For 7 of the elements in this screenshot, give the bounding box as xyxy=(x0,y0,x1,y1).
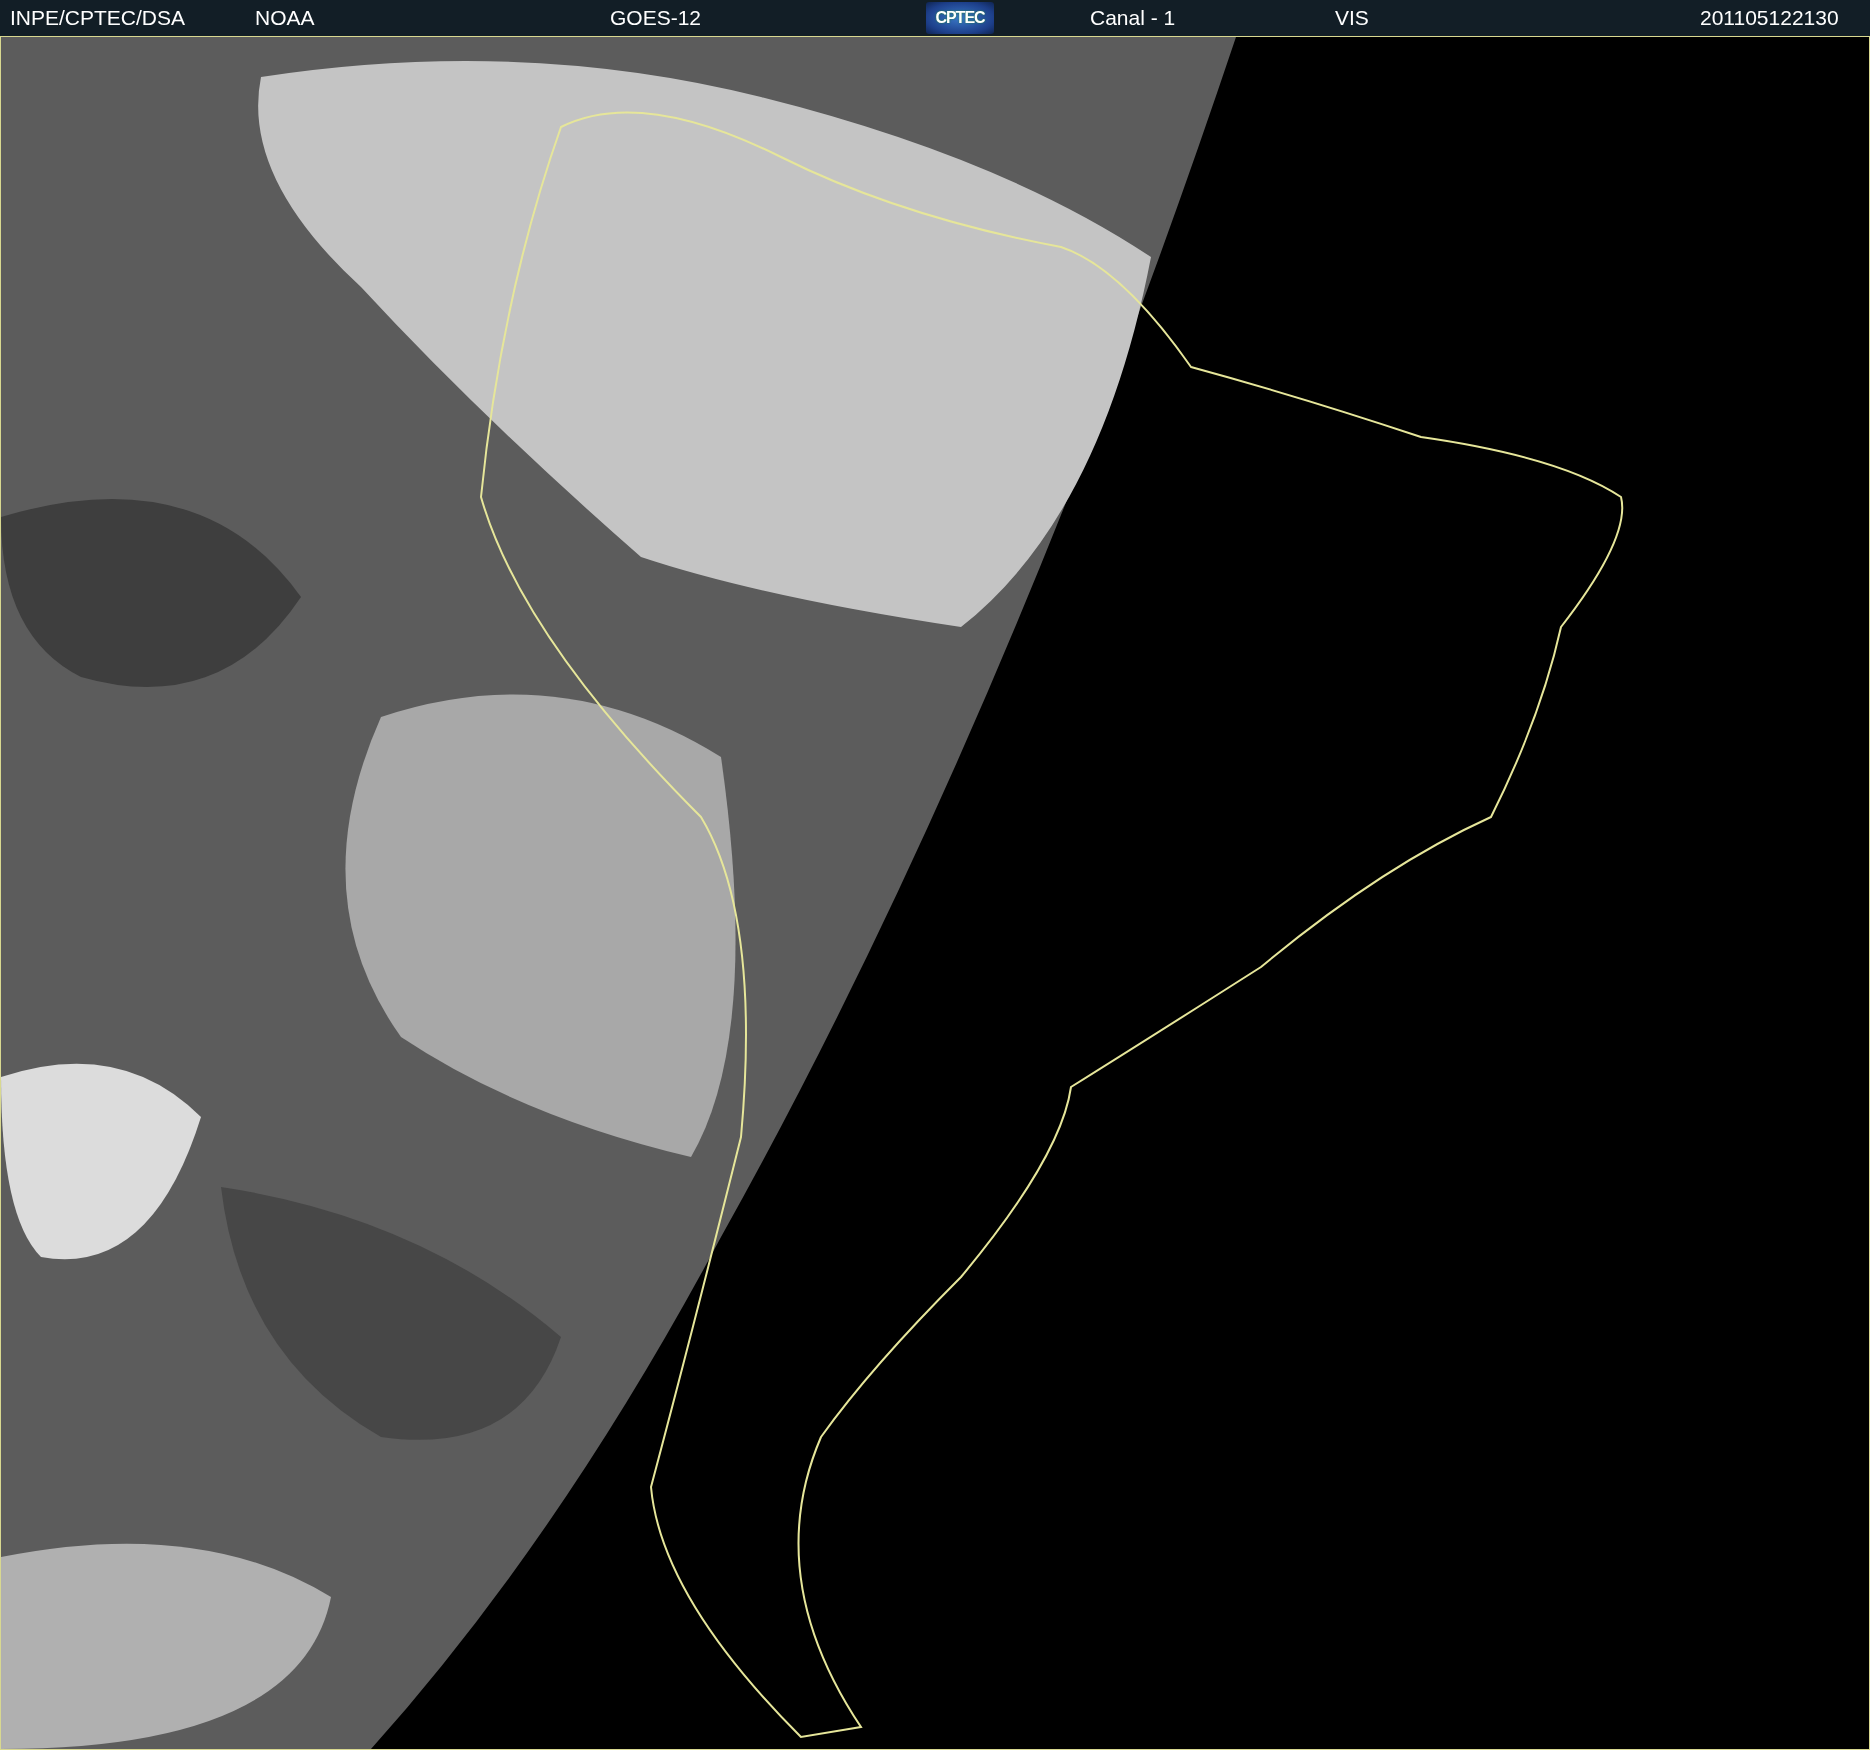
satellite-label: GOES-12 xyxy=(610,6,702,30)
logo: CPTEC xyxy=(926,2,994,34)
band-label: VIS xyxy=(1335,6,1369,30)
channel-label: Canal - 1 xyxy=(1090,6,1176,30)
source-label: INPE/CPTEC/DSA xyxy=(10,6,186,30)
timestamp-label: 201105122130 xyxy=(1700,6,1839,30)
agency-label: NOAA xyxy=(255,6,315,30)
